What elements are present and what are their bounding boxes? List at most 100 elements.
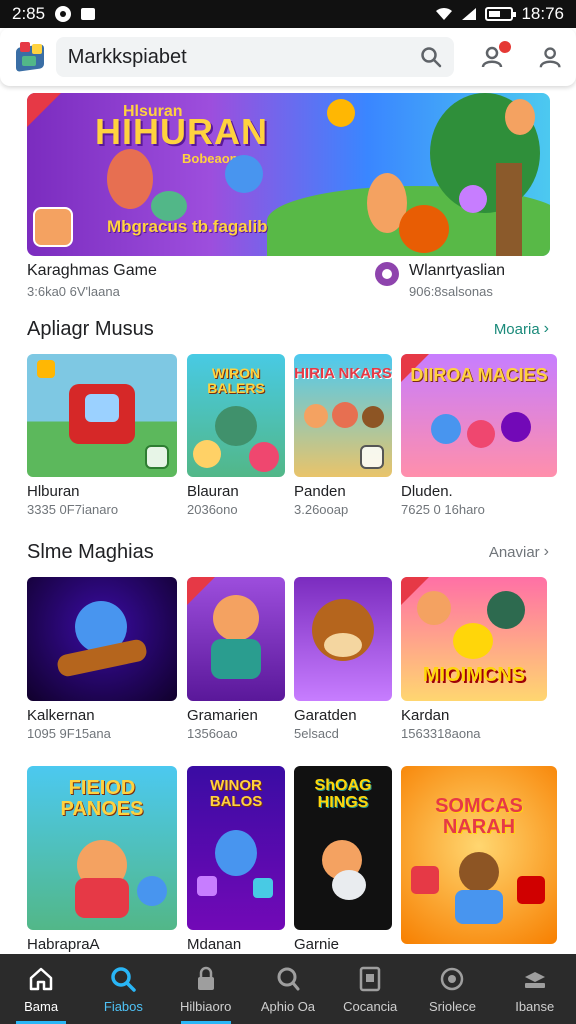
bottom-navigation: Bama Fiabos Hilbiaoro Aphio Oa Cocancia [0,954,576,1024]
banner-tagline: Mbgracus tb.fagalib [107,217,268,236]
status-bar: 2:85 18:76 [0,0,576,28]
app-card[interactable]: Kalkernan 1095 9F15ana [27,577,177,741]
app-card[interactable]: WINOR BALOS Mdanan [187,766,285,953]
app-art-title: WINOR BALOS [209,777,263,810]
section-2-header: Slme Maghias Anaviar › [27,537,549,567]
featured-banner[interactable]: Hlsuran HIHURAN Bobeaon Mbgracus tb.faga… [27,93,550,256]
nav-label: Bama [24,998,59,1014]
app-card[interactable]: ShOAG HINGS Garnie [294,766,392,953]
section-1-title: Apliagr Musus [27,317,154,340]
app-title: Dluden. [401,483,453,500]
character-tree-kid [505,99,535,135]
app-thumbnail [294,577,392,701]
app-thumbnail [27,354,177,477]
app-card[interactable]: Gramarien 1356oao [187,577,285,741]
target-icon [441,967,464,990]
app-title: Blauran [187,483,239,500]
app-card[interactable]: HIRIA NKARS Panden 3.26ooap [294,354,392,517]
section-1-more-link[interactable]: Moaria › [494,320,549,338]
app-art-title: WIRON BALERS [207,365,265,396]
app-art-title: DIIROA MACIES [410,365,548,385]
app-card[interactable]: SOMCAS NARAH [401,766,557,944]
app-meta: 3.26ooap [294,502,349,517]
tablet-icon [359,966,381,991]
nav-item-categories[interactable]: Cocancia [329,954,411,1024]
nav-label: Sriolece [428,998,476,1014]
nav-item-apps[interactable]: Aphio Oa [247,954,329,1024]
nav-item-services[interactable]: Sriolece [411,954,493,1024]
app-meta: 5elsacd [294,726,339,741]
app-title: Garnie [294,936,340,953]
app-title: Garatden [294,707,357,724]
app-card[interactable]: Hlburan 3335 0F7ianaro [27,354,177,517]
account-icon[interactable] [538,44,562,70]
section-2-more-link[interactable]: Anaviar › [489,543,549,561]
app-thumbnail: HIRIA NKARS [294,354,392,477]
nav-label: Hilbiaoro [180,998,232,1014]
developer-badge-icon [375,262,399,286]
store-logo-icon[interactable] [14,40,46,74]
corner-ribbon [27,93,61,127]
app-thumbnail [187,577,285,701]
featured-info-row: Karaghmas Game 3:6ka0 6V'laana Wlanrtyas… [27,262,550,302]
featured-developer-info[interactable]: Wlanrtyaslian 906:8salsonas [375,262,505,299]
app-title: Kalkernan [27,707,95,724]
character-blue-blob [225,155,263,193]
nav-label: Cocancia [343,998,398,1014]
app-card[interactable]: FIEIOD PANOES HabrapraA [27,766,177,953]
nav-item-library[interactable]: Hilbiaoro [165,954,247,1024]
section-2-more-label: Anaviar [488,543,540,561]
section-3-row: FIEIOD PANOES HabrapraA WINOR BALOS Mdan… [27,766,557,953]
nav-item-home[interactable]: Bama [0,954,82,1024]
app-title: Kardan [401,707,450,724]
wifi-icon [436,7,453,20]
app-art-title: FIEIOD PANOES [60,777,144,820]
app-thumbnail: WINOR BALOS [187,766,285,930]
character-pink-pig [459,185,487,213]
mail-icon [81,8,96,20]
chevron-right-icon: › [543,543,549,560]
notification-badge [498,41,511,53]
app-card[interactable]: DIIROA MACIES Dluden. 7625 0 16haro [401,354,557,517]
app-thumbnail: FIEIOD PANOES [27,766,177,930]
magnifier-icon [277,967,300,990]
nav-label: Aphio Oa [260,998,316,1014]
app-art-title: MIOIMCNS [422,664,526,686]
app-meta: 3335 0F7ianaro [27,502,119,517]
nav-item-more[interactable]: Ibanse [494,954,576,1024]
app-card[interactable]: Garatden 5elsacd [294,577,392,741]
app-art-title: SOMCAS NARAH [435,795,523,838]
app-title: Mdanan [187,936,242,953]
stack-icon [524,971,545,988]
featured-meta: 3:6ka0 6V'laana [27,284,120,299]
search-bar[interactable]: Markkspiabet [55,37,454,77]
lock-icon [197,966,214,990]
play-badge-icon [360,445,384,469]
character-flying [327,99,355,127]
character-orange-ball [399,205,449,253]
search-icon [111,966,137,992]
app-meta: 1095 9F15ana [27,726,111,741]
section-1-more-label: Moaria [493,320,540,338]
notifications-button[interactable] [480,41,511,71]
banner-title: HIHURAN [95,111,268,152]
banner-app-icon [33,207,73,247]
search-icon[interactable] [420,46,442,68]
search-input[interactable]: Markkspiabet [68,46,420,69]
app-title: Gramarien [187,707,258,724]
app-card[interactable]: MIOIMCNS Kardan 1563318aona [401,577,547,741]
developer-name: Wlanrtyaslian [409,262,506,279]
app-meta: 1356oao [187,726,238,741]
app-thumbnail: MIOIMCNS [401,577,547,701]
nav-item-search[interactable]: Fiabos [82,954,164,1024]
home-icon [29,967,53,990]
signal-icon [462,8,477,20]
nav-label: Ibanse [515,998,555,1014]
app-card[interactable]: WIRON BALERS Blauran 2036ono [187,354,285,517]
play-badge-icon [145,445,169,469]
featured-game-info[interactable]: Karaghmas Game 3:6ka0 6V'laana [27,262,157,299]
app-thumbnail: DIIROA MACIES [401,354,557,477]
app-thumbnail: ShOAG HINGS [294,766,392,930]
app-title: Panden [294,483,346,500]
app-thumbnail [27,577,177,701]
